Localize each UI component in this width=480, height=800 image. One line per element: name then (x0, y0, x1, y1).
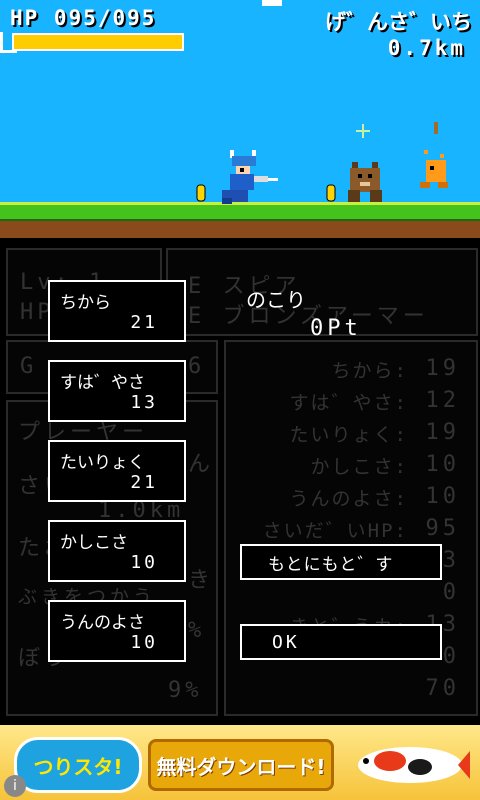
stat-row-label: うんのよさ: (289, 488, 408, 510)
hero-knight-sprite (222, 150, 278, 204)
stat-value: 10 (130, 632, 158, 653)
reset-button[interactable]: もとにもと゛す (240, 544, 442, 580)
ad-logo[interactable]: つりスタ! (14, 737, 142, 793)
stat-row-value: 10 (425, 484, 460, 509)
cloud-sprite (262, 0, 282, 6)
stat-name: たいりょく (60, 453, 145, 473)
distance-readout: 0.7km (387, 36, 466, 60)
stat-box-wisdom[interactable]: かしこさ 10 (48, 520, 186, 582)
orange-monster-sprite (420, 122, 448, 188)
ok-button[interactable]: OK (240, 624, 442, 660)
koi-fish-icon (358, 747, 470, 783)
stat-row-label: ちから: (331, 360, 408, 382)
remaining-points: 0Pt (310, 316, 362, 341)
gold-label: G (20, 354, 38, 379)
gold-value: 6 (188, 354, 206, 379)
stat-value: 21 (130, 472, 158, 493)
stat-name: うんのよさ (60, 613, 145, 633)
stat-box-stamina[interactable]: たいりょく 21 (48, 440, 186, 502)
stat-row-value: 95 (425, 516, 460, 541)
stat-row-value: 0 (442, 580, 460, 605)
stat-row-value: 0 (442, 644, 460, 669)
ad-download-button[interactable]: 無料ダウンロード! (148, 739, 334, 791)
stat-value: 13 (130, 392, 158, 413)
info-icon[interactable]: i (4, 775, 26, 797)
stat-box-strength[interactable]: ちから 21 (48, 280, 186, 342)
info-fragment: % (188, 618, 206, 643)
equip-armor: E ブロンズアーマー (188, 304, 429, 329)
game-scene: HP 095/095 げ゛んさ゛いち 0.7km (0, 0, 480, 238)
stat-row-value: 12 (425, 388, 460, 413)
stat-name: ちから (60, 293, 111, 313)
sparkle-icon (356, 124, 370, 138)
coin-sprite (196, 184, 206, 202)
location-name: げ゛んさ゛いち (325, 10, 472, 34)
stat-row-value: 70 (425, 676, 460, 701)
stat-row-value: 19 (425, 356, 460, 381)
stat-row-label: たいりょく: (289, 424, 408, 446)
info-fragment: き (188, 568, 215, 593)
stat-box-luck[interactable]: うんのよさ 10 (48, 600, 186, 662)
coin-sprite (326, 184, 336, 202)
info-fragment: ん (188, 452, 215, 477)
stat-row-value: 19 (425, 420, 460, 445)
hp-readout: HP 095/095 (10, 6, 157, 30)
stat-row-label: さいだ゛いHP: (262, 520, 408, 542)
info-fragment: 9% (168, 678, 203, 703)
remaining-label: のこり (246, 288, 306, 312)
dirt-ground (0, 219, 480, 238)
stat-row-label: かしこさ: (310, 456, 408, 478)
stat-box-speed[interactable]: すは゛やさ 13 (48, 360, 186, 422)
stat-name: すは゛やさ (60, 373, 145, 393)
stat-value: 21 (130, 312, 158, 333)
stat-row-value: 10 (425, 452, 460, 477)
ad-banner[interactable]: つりスタ! 無料ダウンロード! (0, 725, 480, 800)
stat-name: かしこさ (60, 533, 128, 553)
stat-value: 10 (130, 552, 158, 573)
hp-bar (12, 33, 184, 51)
brown-monster-sprite (348, 162, 382, 202)
stat-row-label: すは゛やさ: (289, 392, 408, 414)
